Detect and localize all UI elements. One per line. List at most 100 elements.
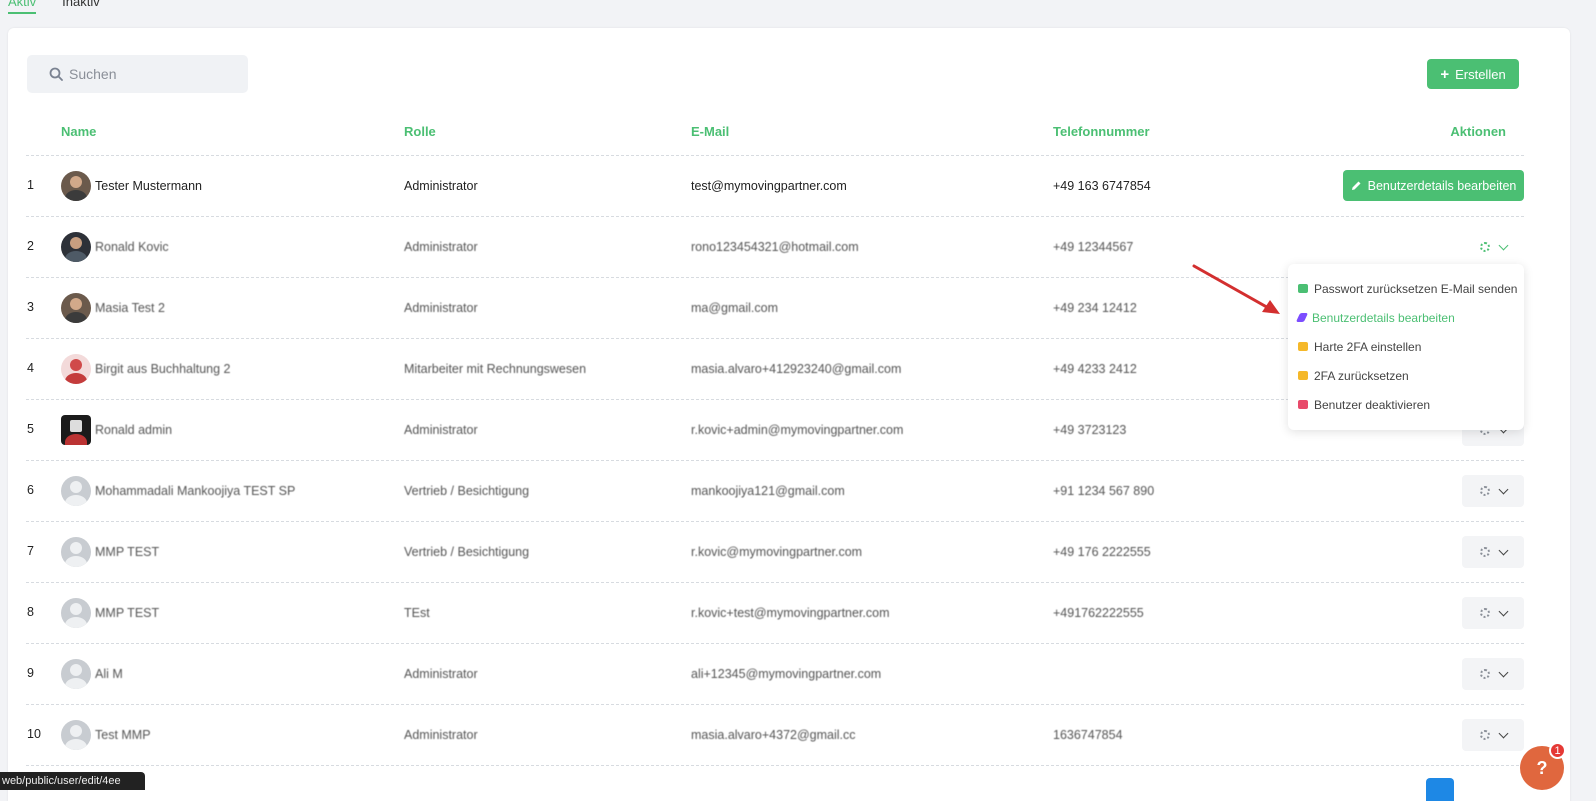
pencil-icon [1295,313,1309,322]
gear-icon [1479,547,1490,557]
user-name: Ronald admin [95,423,173,437]
user-email: r.kovic+test@mymovingpartner.com [691,606,890,620]
user-email: masia.alvaro+412923240@gmail.com [691,362,902,376]
table-row: 7 MMP TEST Vertrieb / Besichtigung r.kov… [26,522,1524,583]
user-role: TEst [404,606,430,620]
avatar [61,537,91,567]
row-index: 6 [27,483,34,497]
user-email: test@mymovingpartner.com [691,179,847,193]
user-role: Administrator [404,423,478,437]
avatar [61,598,91,628]
table-row: 8 MMP TEST TEst r.kovic+test@mymovingpar… [26,583,1524,644]
user-name: MMP TEST [95,606,160,620]
row-actions-dropdown[interactable] [1462,475,1524,507]
create-button-label: Erstellen [1455,66,1506,82]
avatar [61,171,91,201]
lock-icon [1298,371,1308,380]
user-name: Ali M [95,667,123,681]
menu-item-edit-user[interactable]: Benutzerdetails bearbeiten [1288,303,1524,332]
gear-icon [1479,486,1490,496]
row-index: 5 [27,422,34,436]
gear-icon [1479,608,1490,618]
menu-item-label: Harte 2FA einstellen [1314,339,1422,354]
search-icon [49,67,63,81]
row-index: 8 [27,605,34,619]
user-role: Administrator [404,240,478,254]
search-box[interactable] [27,55,248,93]
column-header-email[interactable]: E-Mail [691,124,729,139]
avatar [61,232,91,262]
avatar [61,720,91,750]
column-header-name[interactable]: Name [61,124,96,139]
gear-icon [1479,669,1490,679]
user-email: mankoojiya121@gmail.com [691,484,845,498]
user-phone: +91 1234 567 890 [1053,484,1155,498]
user-name: Tester Mustermann [95,179,202,193]
row-actions-dropdown[interactable] [1462,597,1524,629]
search-input[interactable] [69,66,239,82]
pencil-icon [1351,181,1361,190]
close-icon [1298,400,1308,409]
menu-item-label: Benutzer deaktivieren [1314,397,1431,412]
user-role: Vertrieb / Besichtigung [404,545,530,559]
user-email: r.kovic+admin@mymovingpartner.com [691,423,904,437]
browser-status-bar: web/public/user/edit/4ee [0,772,145,790]
user-email: r.kovic@mymovingpartner.com [691,545,863,559]
user-name: Ronald Kovic [95,240,169,254]
user-email: ali+12345@mymovingpartner.com [691,667,882,681]
table-row: 9 Ali M Administrator ali+12345@mymoving… [26,644,1524,705]
column-header-actions: Aktionen [1450,124,1506,139]
chevron-down-icon [1498,667,1508,677]
row-actions-dropdown[interactable] [1462,231,1524,263]
row-index: 3 [27,300,34,314]
chevron-down-icon [1498,240,1508,250]
create-button[interactable]: + Erstellen [1427,59,1519,89]
help-notification-badge: 1 [1549,742,1566,759]
row-index: 10 [27,727,41,741]
avatar [61,659,91,689]
menu-item-label: 2FA zurücksetzen [1314,368,1409,383]
column-header-phone[interactable]: Telefonnummer [1053,124,1150,139]
user-role: Vertrieb / Besichtigung [404,484,530,498]
gear-icon [1479,242,1490,252]
user-name: Birgit aus Buchhaltung 2 [95,362,231,376]
user-phone: +49 4233 2412 [1053,362,1137,376]
envelope-icon [1298,284,1308,293]
user-role: Administrator [404,179,478,193]
menu-item-reset-password-email[interactable]: Passwort zurücksetzen E-Mail senden [1288,274,1524,303]
gear-icon [1479,730,1490,740]
edit-user-button-label: Benutzerdetails bearbeiten [1367,178,1517,193]
row-index: 4 [27,361,34,375]
avatar [61,415,91,445]
chevron-down-icon [1498,728,1508,738]
row-actions-menu: Passwort zurücksetzen E-Mail senden Benu… [1288,264,1524,430]
pagination-page-button[interactable] [1426,778,1454,801]
table-header: Name Rolle E-Mail Telefonnummer Aktionen [26,116,1524,156]
column-header-role[interactable]: Rolle [404,124,436,139]
menu-item-reset-2fa[interactable]: 2FA zurücksetzen [1288,361,1524,390]
menu-item-deactivate-user[interactable]: Benutzer deaktivieren [1288,390,1524,419]
menu-item-hard-2fa[interactable]: Harte 2FA einstellen [1288,332,1524,361]
user-phone: +491762222555 [1053,606,1144,620]
chevron-down-icon [1498,484,1508,494]
table-row: 10 Test MMP Administrator masia.alvaro+4… [26,705,1524,766]
user-role: Administrator [404,667,478,681]
row-index: 9 [27,666,34,680]
user-phone: +49 234 12412 [1053,301,1137,315]
avatar [61,354,91,384]
tab-aktiv[interactable]: Aktiv [8,0,37,14]
user-phone: +49 176 2222555 [1053,545,1151,559]
user-role: Administrator [404,728,478,742]
row-actions-dropdown[interactable] [1462,658,1524,690]
user-name: MMP TEST [95,545,160,559]
user-name: Masia Test 2 [95,301,165,315]
row-actions-dropdown[interactable] [1462,536,1524,568]
user-phone: +49 3723123 [1053,423,1127,437]
row-index: 1 [27,178,34,192]
row-actions-dropdown[interactable] [1462,719,1524,751]
edit-user-button[interactable]: Benutzerdetails bearbeiten [1343,170,1524,201]
annotation-arrow-icon [1192,264,1280,314]
tab-inaktiv[interactable]: Inaktiv [62,0,100,12]
user-email: rono123454321@hotmail.com [691,240,859,254]
menu-item-label: Passwort zurücksetzen E-Mail senden [1314,281,1518,296]
